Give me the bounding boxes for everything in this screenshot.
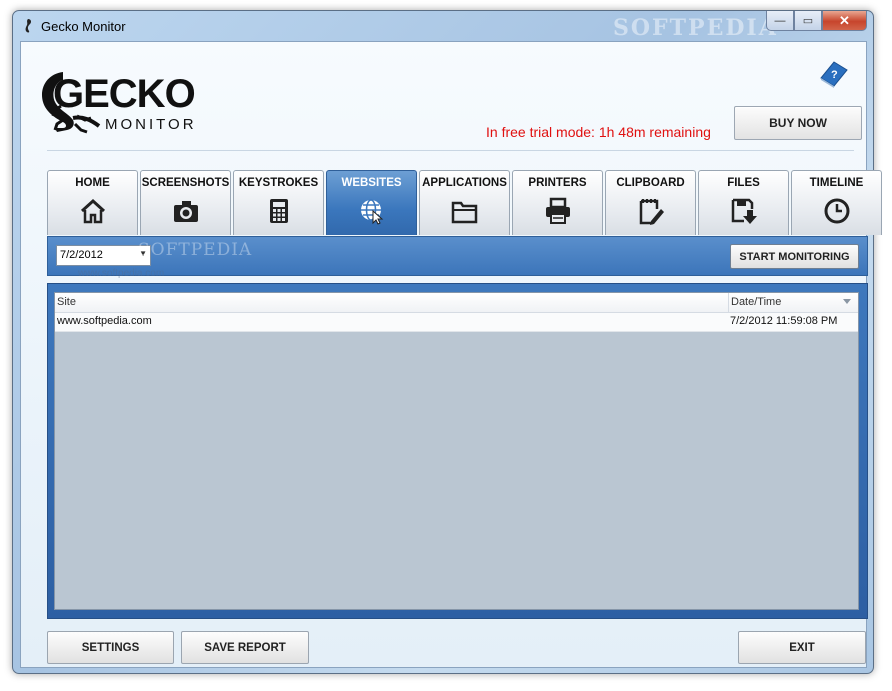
clock-icon: [824, 198, 850, 224]
sort-arrow-icon: [843, 299, 851, 304]
help-book-icon[interactable]: ?: [819, 60, 849, 90]
svg-text:?: ?: [831, 69, 838, 81]
tab-home[interactable]: HOME: [47, 170, 138, 235]
header-divider: [47, 150, 854, 151]
start-monitoring-button[interactable]: START MONITORING: [730, 244, 859, 269]
camera-icon: [174, 201, 198, 222]
tab-label: CLIPBOARD: [616, 177, 685, 189]
watermark: SOFTPEDIA: [613, 15, 778, 41]
table-row[interactable]: www.softpedia.com 7/2/2012 11:59:08 PM: [55, 313, 858, 332]
tab-label: APPLICATIONS: [422, 177, 507, 189]
datetime-cell: 7/2/2012 11:59:08 PM: [730, 315, 838, 327]
globe-cursor-icon: [361, 199, 384, 225]
save-arrow-icon: [731, 198, 757, 224]
toolbar-band: 7/2/2012 ▼ SOFTPEDIA www.softpedia.com S…: [47, 236, 868, 279]
site-cell: www.softpedia.com: [57, 315, 152, 327]
tab-bar: HOME SCREENSHOTS KEYSTROKES WEBSITES APP…: [47, 170, 884, 236]
calculator-icon: [270, 199, 288, 223]
window-controls: — ▭ ✕: [766, 11, 867, 31]
watermark-url: www.softpedia.com: [78, 268, 165, 279]
logo-word-monitor: MONITOR: [105, 116, 197, 133]
gecko-app-icon: [25, 19, 32, 33]
tab-keystrokes[interactable]: KEYSTROKES: [233, 170, 324, 235]
websites-grid: Site Date/Time www.softpedia.com 7/2/201…: [54, 292, 859, 610]
tab-files[interactable]: FILES: [698, 170, 789, 235]
folder-icon: [451, 201, 478, 224]
tab-label: HOME: [75, 177, 110, 189]
tab-label: SCREENSHOTS: [141, 177, 230, 189]
exit-button[interactable]: EXIT: [738, 631, 866, 664]
buy-now-button[interactable]: BUY NOW: [734, 106, 862, 140]
tab-label: FILES: [727, 177, 760, 189]
window-title: Gecko Monitor: [41, 19, 126, 34]
tab-label: TIMELINE: [809, 177, 864, 189]
column-header-site[interactable]: Site: [57, 296, 76, 308]
tab-clipboard[interactable]: CLIPBOARD: [605, 170, 696, 235]
tab-applications[interactable]: APPLICATIONS: [419, 170, 510, 235]
logo-word-gecko: GECKO: [53, 72, 196, 116]
tab-label: WEBSITES: [341, 177, 402, 189]
trial-status-text: In free trial mode: 1h 48m remaining: [486, 124, 711, 140]
tab-label: KEYSTROKES: [238, 177, 319, 189]
home-icon: [80, 198, 106, 224]
gecko-monitor-logo: GECKO MONITOR: [33, 58, 203, 134]
tab-websites[interactable]: WEBSITES: [326, 170, 417, 235]
date-value: 7/2/2012: [60, 249, 103, 261]
column-header-datetime[interactable]: Date/Time: [728, 293, 857, 312]
date-picker[interactable]: 7/2/2012 ▼: [56, 245, 151, 266]
tab-printers[interactable]: PRINTERS: [512, 170, 603, 235]
settings-button[interactable]: SETTINGS: [47, 631, 174, 664]
printer-icon: [546, 197, 570, 224]
clipboard-pen-icon: [639, 199, 664, 225]
tab-label: PRINTERS: [528, 177, 587, 189]
results-panel: Site Date/Time www.softpedia.com 7/2/201…: [47, 283, 868, 619]
minimize-button[interactable]: —: [766, 11, 794, 31]
tab-timeline[interactable]: TIMELINE: [791, 170, 882, 235]
maximize-button[interactable]: ▭: [794, 11, 822, 31]
tab-screenshots[interactable]: SCREENSHOTS: [140, 170, 231, 235]
watermark: SOFTPEDIA: [138, 240, 253, 260]
grid-header: Site Date/Time: [55, 293, 858, 313]
close-button[interactable]: ✕: [822, 11, 867, 31]
title-bar[interactable]: Gecko Monitor SOFTPEDIA — ▭ ✕: [13, 11, 873, 41]
app-window: Gecko Monitor SOFTPEDIA — ▭ ✕ GECKO MONI…: [12, 10, 882, 674]
client-area: GECKO MONITOR ? BUY NOW In free trial mo…: [20, 41, 882, 668]
save-report-button[interactable]: SAVE REPORT: [181, 631, 309, 664]
column-header-label: Date/Time: [731, 296, 782, 308]
